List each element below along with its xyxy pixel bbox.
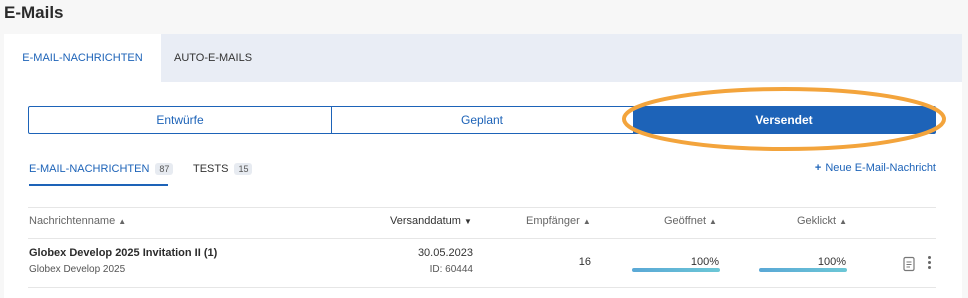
- active-subtab-indicator: [29, 184, 168, 186]
- tab-bar: E-MAIL-NACHRICHTEN AUTO-E-MAILS: [4, 34, 962, 82]
- column-header-opened[interactable]: Geöffnet ▲: [664, 215, 717, 227]
- opened-rate: 100%: [690, 256, 719, 268]
- column-header-name[interactable]: Nachrichtenname ▲: [29, 215, 126, 227]
- segment-sent[interactable]: Versendet: [633, 107, 935, 133]
- subtab-email-messages[interactable]: E-MAIL-NACHRICHTEN 87: [29, 163, 174, 175]
- page-title: E-Mails: [4, 3, 64, 22]
- recipient-count: 16: [578, 256, 591, 268]
- column-header-date[interactable]: Versanddatum ▼: [390, 215, 472, 227]
- clicked-rate: 100%: [817, 256, 846, 268]
- sort-asc-icon: ▲: [582, 217, 591, 226]
- message-id: ID: 60444: [429, 264, 473, 275]
- column-header-label: Geklickt: [797, 215, 837, 227]
- segment-planned[interactable]: Geplant: [331, 107, 633, 133]
- new-email-message-label: Neue E-Mail-Nachricht: [825, 162, 936, 174]
- message-name-link[interactable]: Globex Develop 2025 Invitation II (1): [29, 247, 217, 259]
- subtab-tests-label: TESTS: [193, 163, 229, 175]
- subtab-email-messages-label: E-MAIL-NACHRICHTEN: [29, 163, 150, 175]
- sort-asc-icon: ▲: [839, 217, 848, 226]
- clicked-progress-bar: [759, 268, 847, 272]
- divider: [28, 287, 936, 288]
- sort-asc-icon: ▲: [118, 217, 127, 226]
- plus-icon: +: [814, 162, 822, 174]
- column-header-label: Versanddatum: [390, 215, 461, 227]
- count-badge: 15: [234, 163, 253, 175]
- tab-email-messages[interactable]: E-MAIL-NACHRICHTEN: [4, 34, 161, 82]
- tab-auto-emails[interactable]: AUTO-E-MAILS: [174, 34, 264, 82]
- sort-desc-icon: ▼: [463, 217, 472, 226]
- subtab-tests[interactable]: TESTS 15: [193, 163, 253, 175]
- column-header-label: Geöffnet: [664, 215, 706, 227]
- column-header-clicked[interactable]: Geklickt ▲: [797, 215, 847, 227]
- status-segmented-control: Entwürfe Geplant Versendet: [28, 106, 936, 134]
- divider: [28, 238, 936, 239]
- column-header-recipients[interactable]: Empfänger ▲: [526, 215, 591, 227]
- column-header-label: Empfänger: [526, 215, 580, 227]
- clicked-progress-fill: [759, 268, 847, 272]
- message-subtitle: Globex Develop 2025: [29, 264, 126, 275]
- sort-asc-icon: ▲: [709, 217, 717, 226]
- new-email-message-link[interactable]: + Neue E-Mail-Nachricht: [815, 162, 936, 174]
- divider: [28, 207, 936, 208]
- opened-progress-fill: [632, 268, 720, 272]
- send-date: 30.05.2023: [417, 247, 473, 259]
- column-header-label: Nachrichtenname: [29, 215, 116, 227]
- segment-drafts[interactable]: Entwürfe: [29, 107, 332, 133]
- more-vertical-icon[interactable]: [924, 254, 934, 272]
- count-badge: 87: [155, 163, 174, 175]
- document-icon[interactable]: [901, 256, 917, 272]
- opened-progress-bar: [632, 268, 720, 272]
